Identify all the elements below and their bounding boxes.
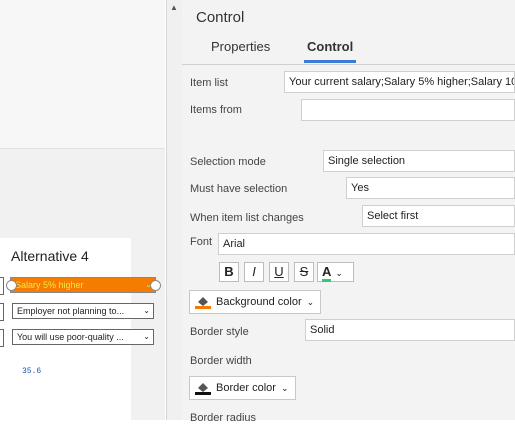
italic-button[interactable]: I <box>244 262 264 282</box>
border-radius-label: Border radius <box>190 412 257 424</box>
item-list-field[interactable]: Your current salary;Salary 5% higher;Sal… <box>284 71 515 93</box>
items-from-label: Items from <box>190 104 242 116</box>
active-tab-indicator <box>304 60 356 63</box>
border-width-label: Border width <box>190 355 252 367</box>
alternative-title: Alternative 4 <box>11 248 89 264</box>
underline-button[interactable]: U <box>269 262 289 282</box>
items-from-field[interactable] <box>301 99 515 121</box>
chevron-down-icon: ⌄ <box>280 383 289 393</box>
tab-bar: Properties Control <box>182 34 515 65</box>
dropdown-value: Employer not planning to... <box>17 306 125 316</box>
selection-mode-select[interactable]: Single selection <box>323 150 515 172</box>
when-item-list-changes-select[interactable]: Select first <box>362 205 515 227</box>
dropdown-value: You will use poor-quality ... <box>17 332 124 342</box>
font-color-button[interactable]: A ⌄ <box>317 262 354 282</box>
properties-panel: Control Properties Control Item list You… <box>182 0 515 424</box>
selected-dropdown[interactable]: Salary 5% higher ⌄ <box>10 277 156 293</box>
border-color-button[interactable]: Border color ⌄ <box>189 376 296 400</box>
tab-control[interactable]: Control <box>307 39 353 54</box>
design-canvas[interactable]: Alternative 4 Salary 5% higher ⌄ Employe… <box>0 0 165 420</box>
left-stub-1 <box>0 277 4 295</box>
must-have-selection-label: Must have selection <box>190 183 288 195</box>
font-label: Font <box>190 236 213 248</box>
when-item-list-changes-label: When item list changes <box>190 212 304 224</box>
background-color-button[interactable]: Background color ⌄ <box>189 290 322 314</box>
chevron-down-icon: ⌄ <box>306 297 315 307</box>
paint-bucket-icon <box>195 383 211 395</box>
dropdown-value: Salary 5% higher <box>15 280 84 290</box>
vertical-scrollbar[interactable]: ▲ <box>166 0 183 420</box>
dropdown-2[interactable]: Employer not planning to... ⌄ <box>12 303 154 319</box>
paint-bucket-icon <box>195 297 211 309</box>
strikethrough-button[interactable]: S <box>294 262 314 282</box>
font-color-icon: A <box>322 265 332 282</box>
font-select[interactable]: Arial <box>218 233 515 255</box>
scroll-up-icon[interactable]: ▲ <box>170 3 178 12</box>
chevron-down-icon: ⌄ <box>143 332 150 341</box>
resize-handle-left[interactable] <box>6 280 17 291</box>
border-style-select[interactable]: Solid <box>305 319 515 341</box>
number-label: 35.6 <box>22 367 42 376</box>
border-style-label: Border style <box>190 326 249 338</box>
must-have-selection-select[interactable]: Yes <box>346 177 515 199</box>
border-color-label: Border color <box>216 382 276 394</box>
dropdown-3[interactable]: You will use poor-quality ... ⌄ <box>12 329 154 345</box>
chevron-down-icon: ⌄ <box>335 268 343 278</box>
panel-title: Control <box>196 9 245 26</box>
tab-properties[interactable]: Properties <box>211 39 270 54</box>
chevron-down-icon: ⌄ <box>143 306 150 315</box>
left-stub-3 <box>0 329 4 347</box>
item-list-label: Item list <box>190 77 228 89</box>
background-color-label: Background color <box>216 296 302 308</box>
selection-mode-label: Selection mode <box>190 156 266 168</box>
canvas-top-area <box>0 0 165 149</box>
bold-button[interactable]: B <box>219 262 239 282</box>
resize-handle-right[interactable] <box>150 280 161 291</box>
left-stub-2 <box>0 303 4 321</box>
